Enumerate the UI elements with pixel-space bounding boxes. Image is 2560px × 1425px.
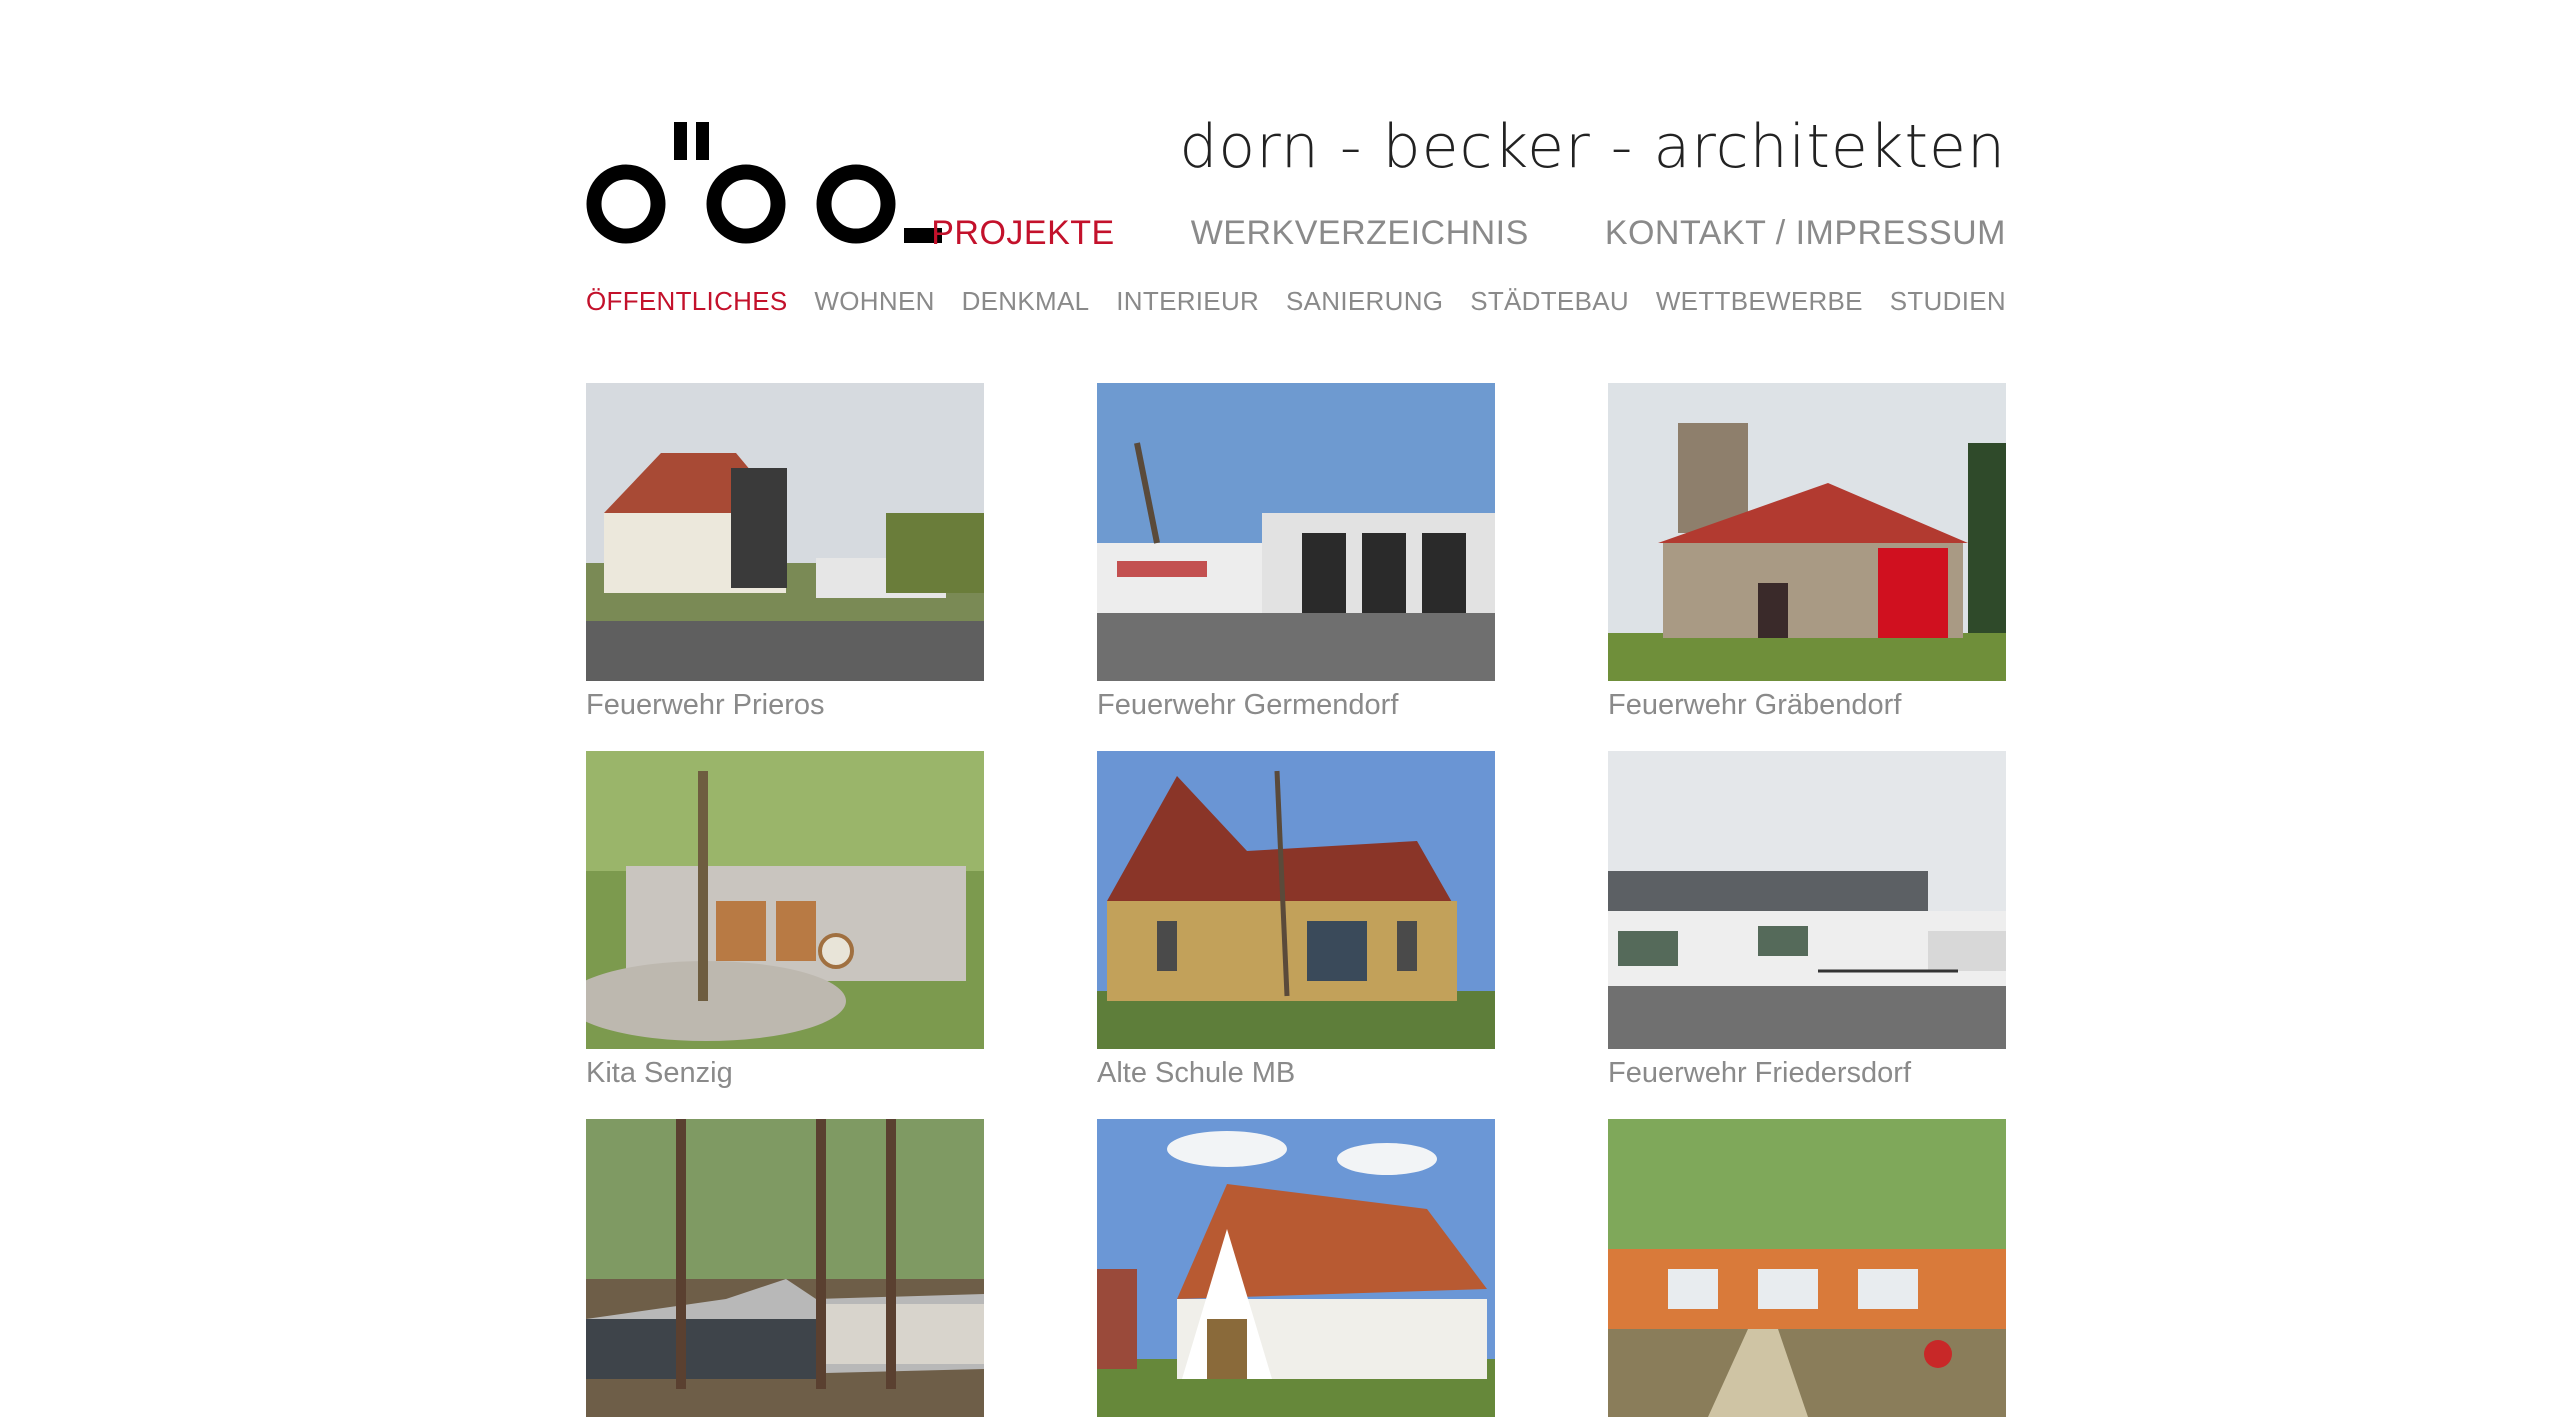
project-thumbnail[interactable] xyxy=(1608,751,2006,1049)
project-card-row3-2[interactable] xyxy=(1097,1119,1495,1425)
page-container: dorn - becker - architekten PROJEKTE WER… xyxy=(586,0,2006,1417)
project-card-row3-3[interactable] xyxy=(1608,1119,2006,1425)
project-caption: Alte Schule MB xyxy=(1097,1057,1296,1089)
main-nav-projekte[interactable]: PROJEKTE xyxy=(931,214,1114,253)
project-card-alte-schule-mb[interactable]: Alte Schule MB xyxy=(1097,751,1495,1090)
project-caption: Feuerwehr Gräbendorf xyxy=(1608,689,1902,721)
sub-nav: ÖFFENTLICHES WOHNEN DENKMAL INTERIEUR SA… xyxy=(586,286,2006,317)
project-caption: Feuerwehr Germendorf xyxy=(1097,689,1399,721)
main-nav: PROJEKTE WERKVERZEICHNIS KONTAKT / IMPRE… xyxy=(931,214,2006,253)
project-caption: Kita Senzig xyxy=(586,1057,733,1089)
brand-title: dorn - becker - architekten xyxy=(1179,112,2006,182)
project-thumbnail[interactable] xyxy=(586,1119,984,1417)
project-thumbnail[interactable] xyxy=(1097,1119,1495,1417)
main-nav-kontakt-impressum[interactable]: KONTAKT / IMPRESSUM xyxy=(1605,214,2006,253)
project-caption: Feuerwehr Friedersdorf xyxy=(1608,1057,1911,1089)
project-thumbnail[interactable] xyxy=(1097,383,1495,681)
sub-nav-staedtebau[interactable]: STÄDTEBAU xyxy=(1470,286,1629,317)
project-thumbnail[interactable] xyxy=(586,751,984,1049)
project-thumbnail[interactable] xyxy=(586,383,984,681)
sub-nav-wohnen[interactable]: WOHNEN xyxy=(814,286,934,317)
project-thumbnail[interactable] xyxy=(1097,751,1495,1049)
main-nav-werkverzeichnis[interactable]: WERKVERZEICHNIS xyxy=(1191,214,1529,253)
dba-logo-icon[interactable] xyxy=(586,118,946,250)
sub-nav-studien[interactable]: STUDIEN xyxy=(1890,286,2006,317)
sub-nav-interieur[interactable]: INTERIEUR xyxy=(1116,286,1259,317)
sub-nav-denkmal[interactable]: DENKMAL xyxy=(962,286,1090,317)
project-card-feuerwehr-germendorf[interactable]: Feuerwehr Germendorf xyxy=(1097,383,1495,722)
project-card-feuerwehr-graebendorf[interactable]: Feuerwehr Gräbendorf xyxy=(1608,383,2006,722)
project-card-kita-senzig[interactable]: Kita Senzig xyxy=(586,751,984,1090)
sub-nav-oeffentliches[interactable]: ÖFFENTLICHES xyxy=(586,286,788,317)
project-card-feuerwehr-prieros[interactable]: Feuerwehr Prieros xyxy=(586,383,984,722)
sub-nav-sanierung[interactable]: SANIERUNG xyxy=(1286,286,1443,317)
project-caption: Feuerwehr Prieros xyxy=(586,689,825,721)
project-card-row3-1[interactable] xyxy=(586,1119,984,1425)
sub-nav-wettbewerbe[interactable]: WETTBEWERBE xyxy=(1656,286,1863,317)
project-thumbnail[interactable] xyxy=(1608,1119,2006,1417)
project-card-feuerwehr-friedersdorf[interactable]: Feuerwehr Friedersdorf xyxy=(1608,751,2006,1090)
project-thumbnail[interactable] xyxy=(1608,383,2006,681)
